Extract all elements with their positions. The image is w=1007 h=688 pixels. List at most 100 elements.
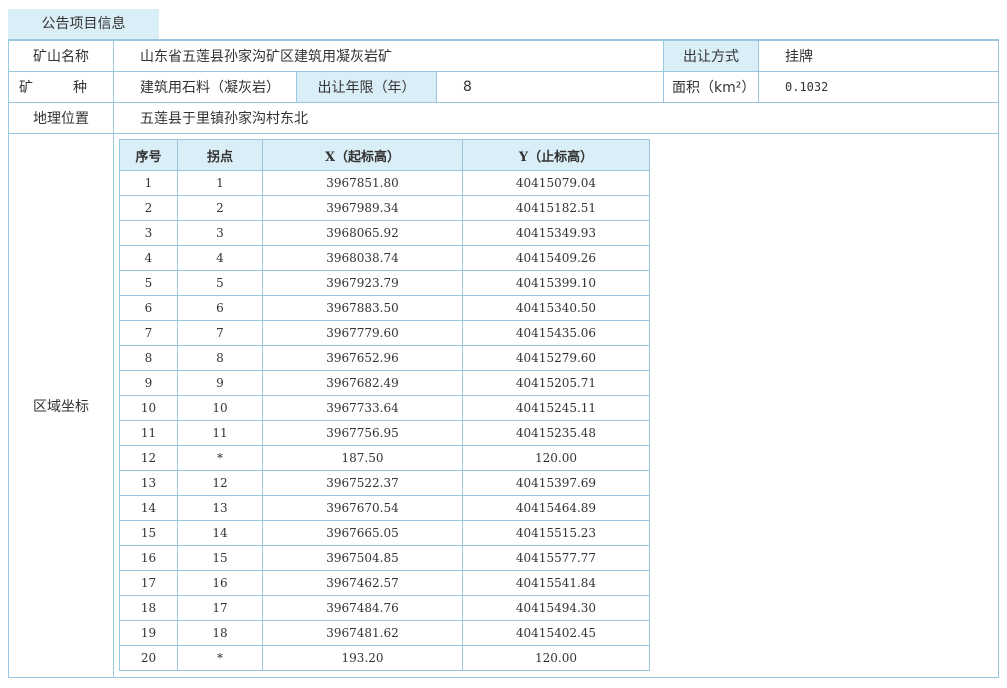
cell-point: 16 bbox=[177, 570, 263, 596]
cell-y: 40415079.04 bbox=[462, 170, 650, 196]
mineral-type-value: 建筑用石料（凝灰岩） bbox=[113, 71, 297, 103]
cell-x: 3967756.95 bbox=[262, 420, 463, 446]
cell-y: 40415577.77 bbox=[462, 545, 650, 571]
cell-index: 16 bbox=[119, 545, 178, 571]
cell-y: 40415205.71 bbox=[462, 370, 650, 396]
table-row: 18 17 3967484.76 40415494.30 bbox=[119, 595, 650, 621]
cell-y: 40415399.10 bbox=[462, 270, 650, 296]
coordinates-header-row: 序号 拐点 X（起标高） Y（止标高） bbox=[119, 139, 650, 171]
cell-index: 15 bbox=[119, 520, 178, 546]
table-row: 2 2 3967989.34 40415182.51 bbox=[119, 195, 650, 221]
cell-point: 12 bbox=[177, 470, 263, 496]
cell-point: 5 bbox=[177, 270, 263, 296]
table-row: 14 13 3967670.54 40415464.89 bbox=[119, 495, 650, 521]
transfer-method-label: 出让方式 bbox=[663, 40, 759, 72]
cell-y: 40415494.30 bbox=[462, 595, 650, 621]
table-row: 9 9 3967682.49 40415205.71 bbox=[119, 370, 650, 396]
cell-point: * bbox=[177, 445, 263, 471]
mine-name-value: 山东省五莲县孙家沟矿区建筑用凝灰岩矿 bbox=[113, 40, 664, 72]
cell-y: 40415409.26 bbox=[462, 245, 650, 271]
cell-point: 17 bbox=[177, 595, 263, 621]
cell-x: 3967522.37 bbox=[262, 470, 463, 496]
cell-y: 40415515.23 bbox=[462, 520, 650, 546]
cell-x: 3967484.76 bbox=[262, 595, 463, 621]
header-y: Y（止标高） bbox=[462, 139, 650, 171]
cell-index: 3 bbox=[119, 220, 178, 246]
cell-index: 1 bbox=[119, 170, 178, 196]
table-row: 11 11 3967756.95 40415235.48 bbox=[119, 420, 650, 446]
cell-index: 14 bbox=[119, 495, 178, 521]
cell-point: 8 bbox=[177, 345, 263, 371]
table-row: 16 15 3967504.85 40415577.77 bbox=[119, 545, 650, 571]
cell-x: 3967989.34 bbox=[262, 195, 463, 221]
cell-point: 6 bbox=[177, 295, 263, 321]
cell-x: 3967923.79 bbox=[262, 270, 463, 296]
cell-index: 10 bbox=[119, 395, 178, 421]
table-row: 3 3 3968065.92 40415349.93 bbox=[119, 220, 650, 246]
table-row: 1 1 3967851.80 40415079.04 bbox=[119, 170, 650, 196]
cell-index: 6 bbox=[119, 295, 178, 321]
table-row: 6 6 3967883.50 40415340.50 bbox=[119, 295, 650, 321]
area-label: 面积（km²） bbox=[663, 71, 759, 103]
header-x: X（起标高） bbox=[262, 139, 463, 171]
cell-y: 40415464.89 bbox=[462, 495, 650, 521]
header-index: 序号 bbox=[119, 139, 178, 171]
table-row: 10 10 3967733.64 40415245.11 bbox=[119, 395, 650, 421]
cell-index: 12 bbox=[119, 445, 178, 471]
cell-point: 13 bbox=[177, 495, 263, 521]
location-value: 五莲县于里镇孙家沟村东北 bbox=[113, 102, 999, 134]
table-row: 13 12 3967522.37 40415397.69 bbox=[119, 470, 650, 496]
cell-y: 40415435.06 bbox=[462, 320, 650, 346]
cell-index: 4 bbox=[119, 245, 178, 271]
cell-index: 17 bbox=[119, 570, 178, 596]
cell-x: 3967670.54 bbox=[262, 495, 463, 521]
table-row: 19 18 3967481.62 40415402.45 bbox=[119, 620, 650, 646]
cell-point: 11 bbox=[177, 420, 263, 446]
coordinates-table: 序号 拐点 X（起标高） Y（止标高） 1 1 3967851.80 40415079… bbox=[119, 139, 650, 671]
table-row: 12 * 187.50 120.00 bbox=[119, 445, 650, 471]
cell-x: 3967504.85 bbox=[262, 545, 463, 571]
cell-point: 2 bbox=[177, 195, 263, 221]
cell-y: 120.00 bbox=[462, 445, 650, 471]
cell-index: 19 bbox=[119, 620, 178, 646]
cell-y: 40415402.45 bbox=[462, 620, 650, 646]
cell-index: 8 bbox=[119, 345, 178, 371]
cell-x: 3967779.60 bbox=[262, 320, 463, 346]
cell-index: 7 bbox=[119, 320, 178, 346]
cell-x: 3968038.74 bbox=[262, 245, 463, 271]
table-row: 8 8 3967652.96 40415279.60 bbox=[119, 345, 650, 371]
area-coordinates-label: 区域坐标 bbox=[8, 133, 114, 678]
transfer-method-value: 挂牌 bbox=[758, 40, 999, 72]
tab-announcement-info[interactable]: 公告项目信息 bbox=[8, 9, 159, 40]
cell-index: 2 bbox=[119, 195, 178, 221]
header-point: 拐点 bbox=[177, 139, 263, 171]
cell-x: 3967682.49 bbox=[262, 370, 463, 396]
cell-x: 3967883.50 bbox=[262, 295, 463, 321]
cell-point: * bbox=[177, 645, 263, 671]
cell-point: 7 bbox=[177, 320, 263, 346]
table-row: 4 4 3968038.74 40415409.26 bbox=[119, 245, 650, 271]
mine-name-label: 矿山名称 bbox=[8, 40, 114, 72]
mineral-type-label: 矿 种 bbox=[8, 71, 114, 103]
cell-point: 18 bbox=[177, 620, 263, 646]
cell-y: 40415349.93 bbox=[462, 220, 650, 246]
cell-x: 3967652.96 bbox=[262, 345, 463, 371]
cell-index: 20 bbox=[119, 645, 178, 671]
cell-y: 40415397.69 bbox=[462, 470, 650, 496]
cell-y: 40415340.50 bbox=[462, 295, 650, 321]
cell-point: 15 bbox=[177, 545, 263, 571]
cell-index: 11 bbox=[119, 420, 178, 446]
location-label: 地理位置 bbox=[8, 102, 114, 134]
transfer-years-label: 出让年限（年） bbox=[296, 71, 437, 103]
table-row: 15 14 3967665.05 40415515.23 bbox=[119, 520, 650, 546]
cell-x: 3967462.57 bbox=[262, 570, 463, 596]
mineral-type-label-a: 矿 bbox=[19, 80, 33, 96]
cell-index: 9 bbox=[119, 370, 178, 396]
cell-point: 4 bbox=[177, 245, 263, 271]
cell-index: 18 bbox=[119, 595, 178, 621]
cell-y: 40415541.84 bbox=[462, 570, 650, 596]
cell-x: 187.50 bbox=[262, 445, 463, 471]
cell-point: 10 bbox=[177, 395, 263, 421]
cell-y: 40415245.11 bbox=[462, 395, 650, 421]
cell-x: 3968065.92 bbox=[262, 220, 463, 246]
